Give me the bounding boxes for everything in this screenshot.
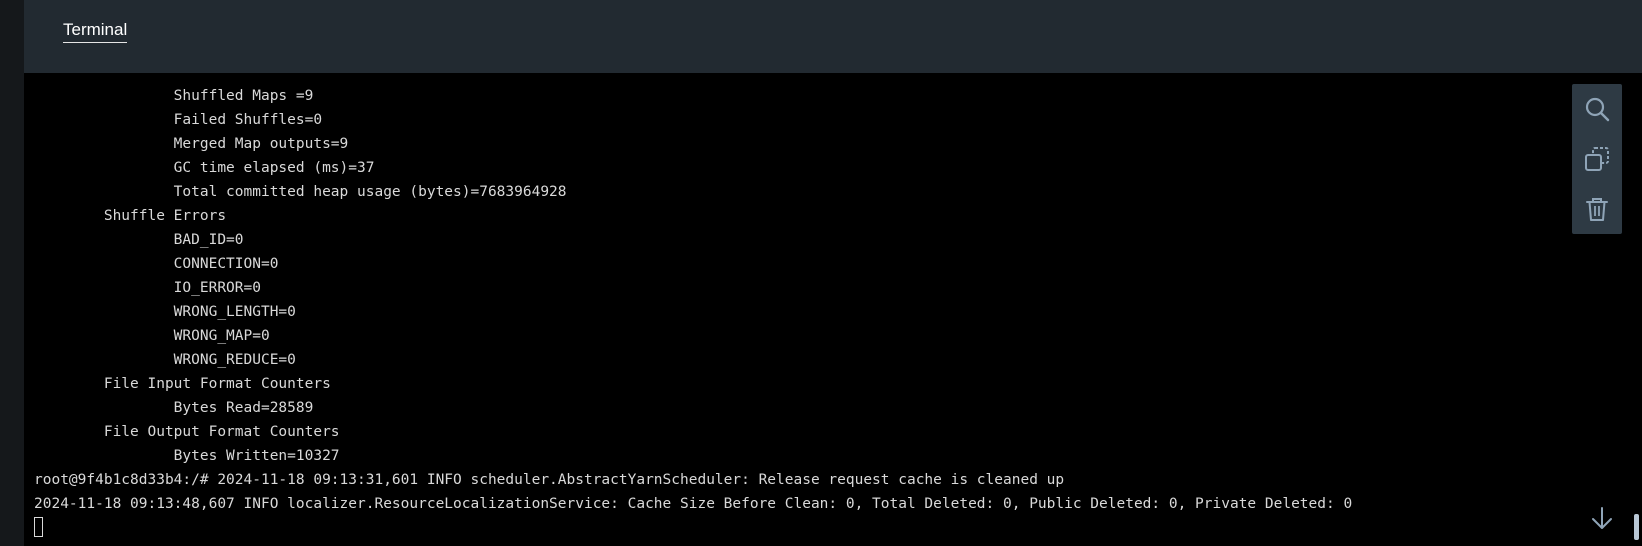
terminal-cursor[interactable] bbox=[34, 517, 43, 537]
terminal-line: Shuffled Maps =9 bbox=[34, 88, 314, 104]
copy-button[interactable] bbox=[1572, 134, 1622, 184]
terminal-line: CONNECTION=0 bbox=[34, 256, 279, 272]
terminal-line: Bytes Written=10327 bbox=[34, 448, 340, 464]
arrow-down-icon bbox=[1592, 507, 1612, 529]
terminal-output-area[interactable]: Shuffled Maps =9 Failed Shuffles=0 Merge… bbox=[24, 73, 1634, 546]
terminal-line: Total committed heap usage (bytes)=76839… bbox=[34, 184, 567, 200]
terminal-line: IO_ERROR=0 bbox=[34, 280, 261, 296]
cursor-line bbox=[34, 516, 1352, 540]
left-rail bbox=[0, 0, 24, 546]
terminal-line: Merged Map outputs=9 bbox=[34, 136, 349, 152]
tab-bar: Terminal bbox=[24, 0, 1642, 73]
terminal-line: 2024-11-18 09:13:48,607 INFO localizer.R… bbox=[34, 496, 1353, 512]
copy-icon bbox=[1585, 147, 1609, 171]
terminal-line: File Output Format Counters bbox=[34, 424, 340, 440]
trash-icon bbox=[1586, 198, 1608, 221]
terminal-line: WRONG_MAP=0 bbox=[34, 328, 270, 344]
terminal-toolbar bbox=[1572, 84, 1622, 234]
terminal-line: WRONG_REDUCE=0 bbox=[34, 352, 296, 368]
terminal-line: root@9f4b1c8d33b4:/# 2024-11-18 09:13:31… bbox=[34, 472, 1065, 488]
terminal-line: WRONG_LENGTH=0 bbox=[34, 304, 296, 320]
terminal-line: Shuffle Errors bbox=[34, 208, 227, 224]
scrollbar-track[interactable] bbox=[1632, 73, 1640, 546]
terminal-line: Failed Shuffles=0 bbox=[34, 112, 323, 128]
scrollbar-thumb[interactable] bbox=[1634, 514, 1639, 540]
scroll-to-bottom-button[interactable] bbox=[1585, 501, 1619, 535]
terminal-line: GC time elapsed (ms)=37 bbox=[34, 160, 375, 176]
terminal-output: Shuffled Maps =9 Failed Shuffles=0 Merge… bbox=[34, 84, 1352, 540]
clear-button[interactable] bbox=[1572, 184, 1622, 234]
terminal-line: BAD_ID=0 bbox=[34, 232, 244, 248]
terminal-line: Bytes Read=28589 bbox=[34, 400, 314, 416]
search-icon bbox=[1585, 97, 1610, 122]
tab-terminal[interactable]: Terminal bbox=[63, 20, 128, 43]
terminal-line: File Input Format Counters bbox=[34, 376, 331, 392]
terminal-panel: Terminal Shuffled Maps =9 Failed Shuffle… bbox=[24, 0, 1642, 546]
search-button[interactable] bbox=[1572, 84, 1622, 134]
